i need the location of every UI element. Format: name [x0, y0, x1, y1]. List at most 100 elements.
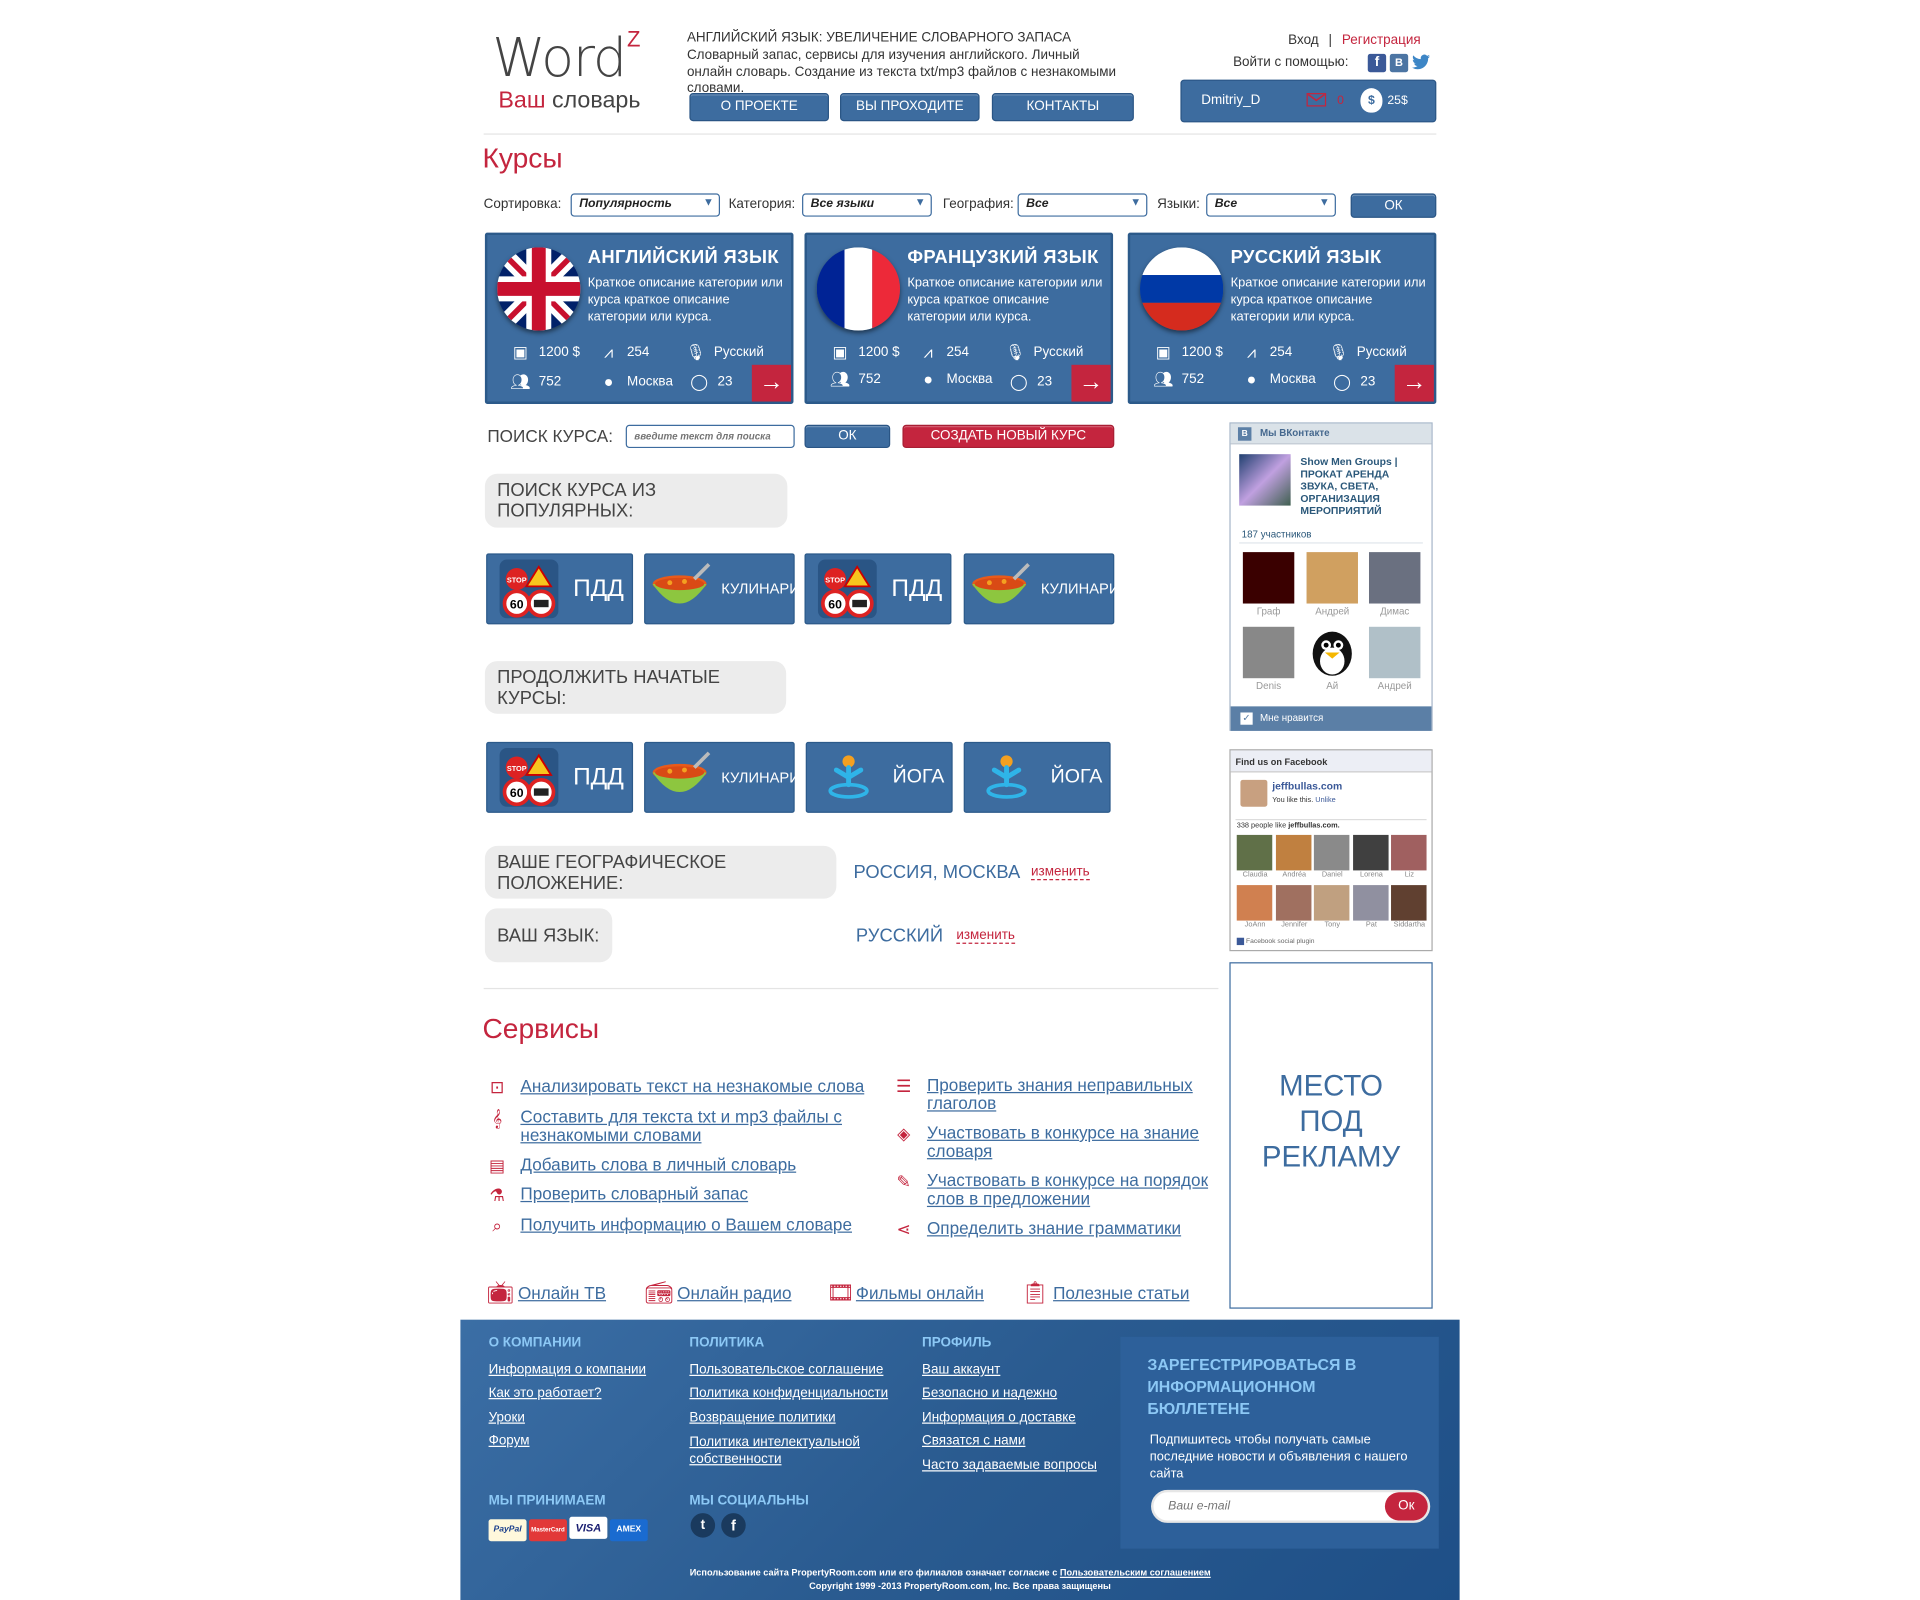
geo-select[interactable]: Все ▼ — [1017, 193, 1148, 217]
fb-fan-avatar[interactable] — [1391, 885, 1427, 921]
online-tv-link[interactable]: 📺︎ Онлайн ТВ — [486, 1281, 606, 1307]
legal-text: Использование сайта PropertyRoom.com или… — [689, 1566, 1211, 1578]
service-vocab-contest-link[interactable]: ◈ Участвовать в конкурсе на знание словар… — [893, 1123, 1224, 1161]
newsletter-text: Подпишитесь чтобы получать самые последн… — [1149, 1432, 1408, 1482]
fb-fan-avatar[interactable] — [1313, 885, 1350, 921]
yoga-icon — [970, 746, 1043, 810]
service-check-vocab-link[interactable]: ⚗ Проверить словарный запас — [486, 1184, 878, 1206]
service-add-words-link[interactable]: ▤ Добавить слова в личный словарь — [486, 1155, 878, 1177]
fb-fan-avatar[interactable] — [1391, 834, 1427, 871]
search-input[interactable] — [625, 424, 795, 449]
service-irregular-verbs-link[interactable]: ☰ Проверить знания неправильных глаголов — [893, 1075, 1224, 1113]
service-mp3-link[interactable]: 𝄞 Составить для текста txt и mp3 файлы с … — [486, 1107, 853, 1145]
tile-cooking[interactable]: КУЛИНАРИЯ — [644, 553, 810, 625]
vk-member-avatar[interactable] — [1242, 552, 1295, 604]
traffic-signs-icon: STOP 60 — [492, 557, 565, 621]
vk-group-avatar[interactable] — [1239, 454, 1291, 506]
vk-member-avatar[interactable] — [1306, 552, 1358, 604]
fb-fan-avatar[interactable] — [1275, 885, 1312, 921]
chevron-down-icon: ▼ — [1318, 195, 1330, 209]
online-films-link[interactable]: 🎞︎ Фильмы онлайн — [827, 1281, 984, 1307]
arrow-right-icon[interactable]: → — [1071, 364, 1111, 402]
service-dict-info-link[interactable]: ⌕ Получить информацию о Вашем словаре — [486, 1215, 878, 1237]
footer-link[interactable]: Часто задаваемые вопросы — [922, 1458, 1097, 1473]
course-card-english[interactable]: АНГЛИЙСКИЙ ЯЗЫК Краткое описание категор… — [484, 232, 794, 404]
footer-link[interactable]: Уроки — [489, 1410, 525, 1425]
terms-link[interactable]: Пользовательским соглашением — [1060, 1567, 1211, 1578]
service-analyze-link[interactable]: ⊡ Анализировать текст на незнакомые слова — [486, 1077, 878, 1098]
twitter-icon[interactable]: t — [690, 1513, 716, 1538]
nav-courses-button[interactable]: ВЫ ПРОХОДИТЕ — [840, 93, 980, 122]
footer-link[interactable]: Политика конфиденциальности — [689, 1386, 888, 1401]
twitter-login-icon[interactable] — [1411, 53, 1432, 73]
vk-like-bar[interactable]: ✓ Мне нравится — [1230, 706, 1432, 731]
create-course-button[interactable]: СОЗДАТЬ НОВЫЙ КУРС — [902, 424, 1115, 449]
fb-page-name[interactable]: jeffbullas.com — [1272, 780, 1342, 792]
footer-link[interactable]: Связатся с нами — [922, 1434, 1025, 1449]
footer-link[interactable]: Возвращение политики — [689, 1410, 835, 1425]
tile-cooking[interactable]: КУЛИНАРИЯ — [644, 741, 810, 813]
sort-select[interactable]: Популярность ▼ — [570, 193, 721, 217]
mail-icon[interactable] — [1306, 93, 1327, 107]
tile-traffic-rules[interactable]: STOP 60 ПДД — [486, 553, 634, 625]
footer-link[interactable]: Пользовательское соглашение — [689, 1363, 883, 1378]
newsletter-ok-button[interactable]: Ок — [1384, 1492, 1428, 1521]
nav-contacts-button[interactable]: КОНТАКТЫ — [991, 93, 1134, 122]
footer-link[interactable]: Форум — [489, 1434, 530, 1449]
login-link[interactable]: Вход — [1288, 33, 1318, 48]
penguin-avatar[interactable] — [1306, 626, 1358, 679]
section-divider — [483, 987, 1219, 990]
fb-fan-avatar[interactable] — [1275, 834, 1312, 871]
fb-fan-avatar[interactable] — [1353, 885, 1389, 921]
logo[interactable]: Word Z Ваш словарь — [492, 27, 651, 119]
footer-link[interactable]: Информация о компании — [489, 1363, 647, 1378]
course-card-russian[interactable]: РУССКИЙ ЯЗЫК Краткое описание категории … — [1127, 232, 1437, 404]
lang-select[interactable]: Все ▼ — [1206, 193, 1336, 217]
footer-link[interactable]: Как это работает? — [489, 1386, 602, 1401]
vk-widget: B Мы ВКонтакте Show Men Groups | ПРОКАТ … — [1229, 422, 1433, 731]
vk-member-avatar[interactable] — [1368, 626, 1421, 679]
category-select[interactable]: Все языки ▼ — [802, 193, 932, 217]
arrow-right-icon[interactable]: → — [751, 364, 792, 402]
online-radio-link[interactable]: 📻︎ Онлайн радио — [645, 1281, 791, 1307]
tile-label: КУЛИНАРИЯ — [721, 768, 811, 786]
arrow-right-icon[interactable]: → — [1394, 364, 1434, 402]
register-link[interactable]: Регистрация — [1342, 33, 1421, 48]
geo-change-link[interactable]: изменить — [1031, 864, 1090, 881]
ad-placeholder[interactable]: МЕСТО ПОД РЕКЛАМУ — [1229, 962, 1433, 1309]
nav-about-button[interactable]: О ПРОЕКТЕ — [689, 93, 829, 122]
tile-traffic-rules[interactable]: STOP 60 ПДД — [486, 741, 634, 813]
footer-link[interactable]: Информация о доставке — [922, 1410, 1076, 1425]
fb-unlike-link[interactable]: Unlike — [1315, 797, 1335, 804]
fb-fan-avatar[interactable] — [1236, 834, 1273, 871]
search-ok-button[interactable]: ОК — [804, 424, 891, 449]
vk-login-icon[interactable]: B — [1389, 53, 1409, 73]
vk-member-avatar[interactable] — [1242, 626, 1295, 679]
tile-traffic-rules[interactable]: STOP 60 ПДД — [804, 553, 952, 625]
useful-articles-link[interactable]: 📋︎ Полезные статьи — [1021, 1281, 1189, 1307]
filter-ok-button[interactable]: ОК — [1350, 193, 1437, 218]
tile-cooking[interactable]: КУЛИНАРИЯ — [963, 553, 1130, 625]
username[interactable]: Dmitriy_D — [1201, 93, 1260, 108]
fb-page-avatar[interactable] — [1240, 779, 1268, 807]
facebook-login-icon[interactable]: f — [1367, 53, 1387, 73]
language-change-link[interactable]: изменить — [956, 928, 1015, 944]
fb-fan-avatar[interactable] — [1236, 885, 1273, 921]
fb-fan-avatar[interactable] — [1313, 834, 1350, 871]
course-card-french[interactable]: ФРАНЦУЗКИЙ ЯЗЫК Краткое описание категор… — [804, 232, 1114, 404]
footer-link[interactable]: Ваш аккаунт — [922, 1363, 1000, 1378]
footer-link[interactable]: Безопасно и надежно — [922, 1386, 1057, 1401]
vk-member-avatar[interactable] — [1368, 552, 1421, 604]
tile-yoga[interactable]: ЙОГА — [963, 741, 1111, 813]
facebook-icon[interactable]: f — [721, 1513, 746, 1538]
footer-link[interactable]: Политика интелектуальной собственности — [689, 1434, 873, 1468]
tile-yoga[interactable]: ЙОГА — [805, 741, 953, 813]
soup-bowl-icon — [650, 557, 714, 621]
vk-group-name[interactable]: Show Men Groups | ПРОКАТ АРЕНДА ЗВУКА, С… — [1300, 455, 1422, 516]
service-word-order-link[interactable]: ✎ Участвовать в конкурсе на порядок слов … — [893, 1171, 1224, 1209]
service-grammar-link[interactable]: ⋖ Определить знание грамматики — [893, 1219, 1224, 1240]
category-label: Категория: — [728, 197, 796, 212]
users-icon: 👥︎ — [510, 372, 531, 391]
checkbox-icon[interactable]: ✓ — [1240, 712, 1253, 725]
fb-fan-avatar[interactable] — [1353, 834, 1389, 871]
